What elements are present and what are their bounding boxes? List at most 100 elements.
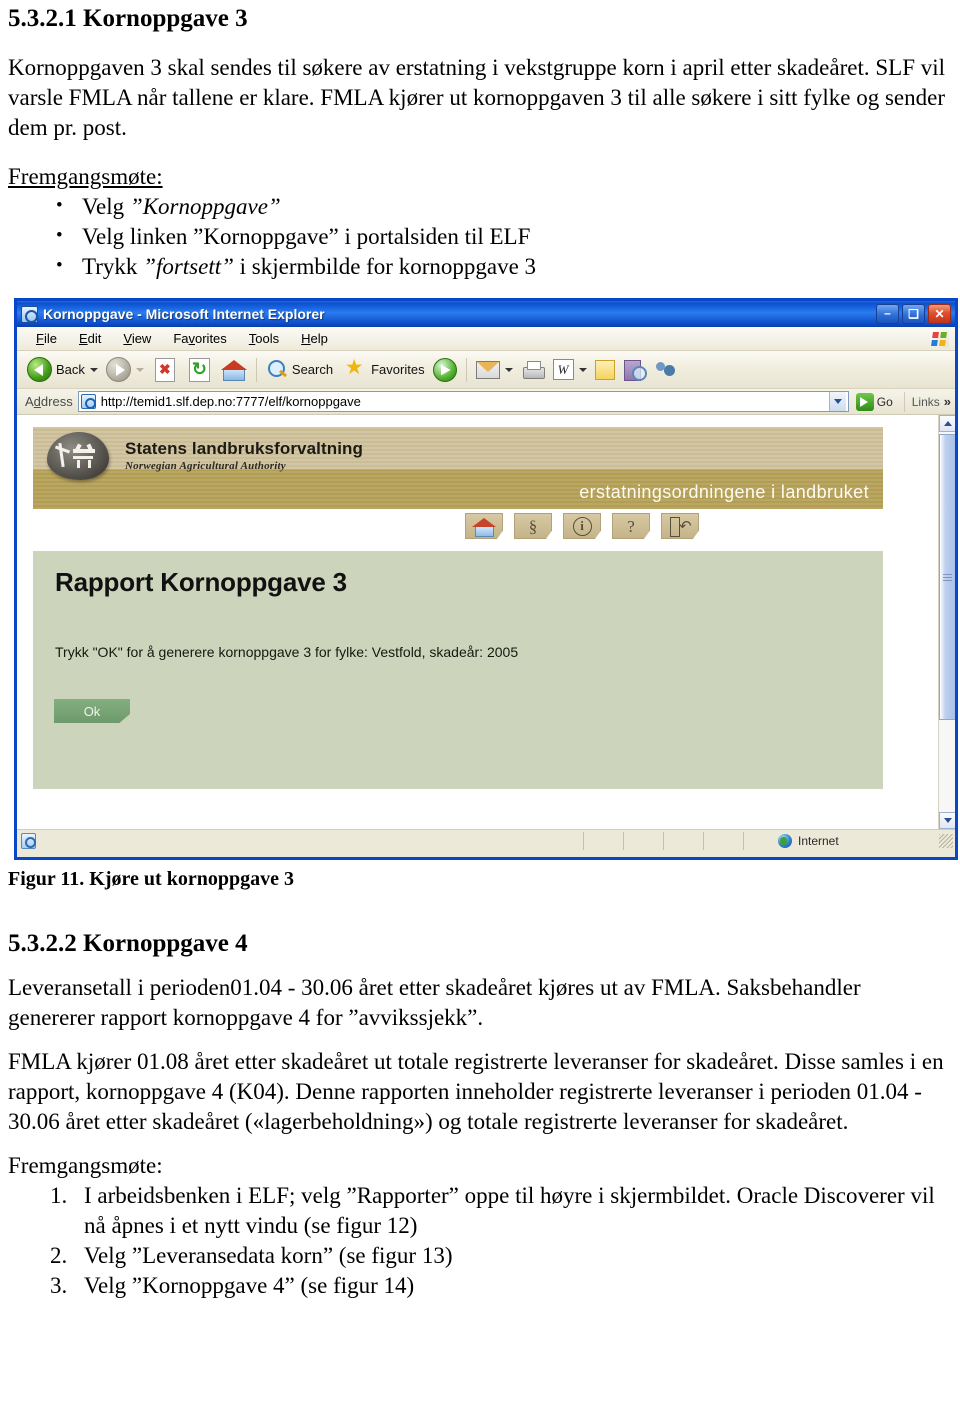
menu-accel: F [36,331,44,346]
home-button[interactable] [217,354,251,386]
ie-logo-icon [21,305,38,323]
windows-flag-icon [930,329,949,348]
page-content: Statens landbruksforvaltning Norwegian A… [17,415,938,829]
stop-button[interactable] [148,354,182,386]
address-bar: Address http://temid1.slf.dep.no:7777/el… [17,389,955,415]
page-title: Rapport Kornoppgave 3 [55,567,347,597]
site-banner: Statens landbruksforvaltning Norwegian A… [33,427,883,509]
research-button[interactable] [619,354,650,386]
menu-view[interactable]: View [112,329,162,348]
procedure-bullet-list: Velg ”Kornoppgave” Velg linken ”Kornoppg… [8,191,952,282]
list-item: Velg ”Kornoppgave 4” (se figur 14) [50,1271,415,1301]
bullet-text-post: i skjermbilde for kornoppgave 3 [233,254,537,279]
bullet-text-pre: Trykk [82,254,144,279]
scrollbar-track[interactable] [939,432,955,812]
menu-accel: V [123,331,132,346]
kornoppgave4-paragraph-1: Leveransetall i perioden01.04 - 30.06 år… [8,975,861,1030]
search-button[interactable]: Search [262,354,337,386]
maximize-button[interactable]: ❑ [902,304,925,324]
links-label: Links [911,394,940,409]
nav-home-button[interactable] [465,513,503,539]
forward-button[interactable] [102,354,148,386]
back-label: Back [56,362,85,377]
report-card: Rapport Kornoppgave 3 Trykk "OK" for å g… [33,551,883,789]
nav-help-button[interactable]: ? [612,513,650,539]
resize-grip-icon[interactable] [939,833,953,848]
notes-button[interactable] [591,354,619,386]
favorites-button[interactable]: ★ Favorites [337,354,428,386]
organization-name: Statens landbruksforvaltning [125,439,364,458]
address-url-text: http://temid1.slf.dep.no:7777/elf/kornop… [100,394,361,409]
section-heading-5322: 5.3.2.2 Kornoppgave 4 [8,930,248,957]
star-icon: ★ [344,355,364,379]
toolbar-divider [255,357,257,382]
forward-arrow-icon [105,357,131,382]
list-item: Velg linken ”Kornoppgave” i portalsiden … [52,221,952,252]
browser-toolbar: Back Search ★ Favorites [17,351,955,389]
menu-help[interactable]: Help [290,329,339,348]
history-button[interactable] [429,354,461,386]
menu-tools[interactable]: Tools [238,329,290,348]
chevron-down-icon[interactable] [578,367,587,372]
address-input[interactable]: http://temid1.slf.dep.no:7777/elf/kornop… [77,391,849,412]
status-cell [703,831,743,850]
go-button[interactable]: Go [854,392,899,411]
globe-icon [778,833,792,848]
links-bar[interactable]: Links » [903,391,955,412]
instruction-text: Trykk "OK" for å generere kornoppgave 3 … [55,644,519,660]
question-mark-icon: ? [627,516,635,536]
status-cell [623,831,663,850]
menu-favorites[interactable]: Favorites [162,329,237,348]
internet-explorer-window: Kornoppgave - Microsoft Internet Explore… [14,298,958,860]
minimize-button[interactable]: – [876,304,899,324]
back-button[interactable]: Back [23,354,102,386]
nav-logout-button[interactable] [661,513,699,539]
house-icon [472,517,496,537]
messenger-button[interactable] [650,354,682,386]
ok-button[interactable]: Ok [54,699,130,723]
document-page: 5.3.2.1 Kornoppgave 3 Kornoppgaven 3 ska… [0,0,960,1406]
menu-edit[interactable]: Edit [68,329,112,348]
note-icon [594,359,615,380]
go-label: Go [876,394,893,409]
page-nav-icons: § i ? [465,513,699,539]
chevron-down-icon[interactable] [89,367,98,372]
refresh-button[interactable] [182,354,217,386]
history-icon [432,357,457,382]
info-icon: i [572,516,592,536]
menu-file[interactable]: File [25,329,68,348]
kornoppgave4-paragraph-2: FMLA kjører 01.08 året etter skadeåret u… [8,1049,944,1134]
address-dropdown-icon[interactable] [828,392,846,411]
stop-icon [154,357,175,382]
scroll-down-button[interactable] [939,812,955,829]
edit-word-button[interactable] [549,354,591,386]
menu-accel: E [78,331,88,346]
chevron-down-icon[interactable] [504,367,513,372]
menu-rest: iew [131,331,152,346]
status-page-icon [21,832,36,849]
nav-info-button[interactable]: i [563,513,601,539]
status-cell [583,831,623,850]
print-button[interactable] [517,354,549,386]
back-arrow-icon [27,357,52,382]
overflow-chevrons-icon[interactable]: » [944,394,951,409]
toolbar-divider [465,357,467,382]
scrollbar-thumb[interactable] [939,434,955,720]
scroll-up-button[interactable] [939,415,955,432]
vertical-scrollbar[interactable] [938,415,955,829]
nav-regulations-button[interactable]: § [514,513,552,539]
organization-name-english: Norwegian Agricultural Authority [125,460,286,472]
fremgangsmote-label-2: Fremgangsmøte: [8,1153,163,1178]
list-item: I arbeidsbenken i ELF; velg ”Rapporter” … [50,1181,935,1238]
close-button[interactable]: ✕ [928,304,951,324]
security-zone-indicator[interactable]: Internet [743,831,939,850]
bullet-text-quoted: ”Kornoppgave” [129,194,281,219]
mail-button[interactable] [472,354,517,386]
procedure-numbered-list: I arbeidsbenken i ELF; velg ”Rapporter” … [8,1181,952,1301]
browser-viewport: Statens landbruksforvaltning Norwegian A… [17,415,955,829]
menu-rest: orites [195,331,227,346]
browser-title-bar: Kornoppgave - Microsoft Internet Explore… [17,301,955,327]
menu-accel: H [301,331,311,346]
chevron-down-icon[interactable] [135,367,144,372]
menu-rest: elp [310,331,328,346]
